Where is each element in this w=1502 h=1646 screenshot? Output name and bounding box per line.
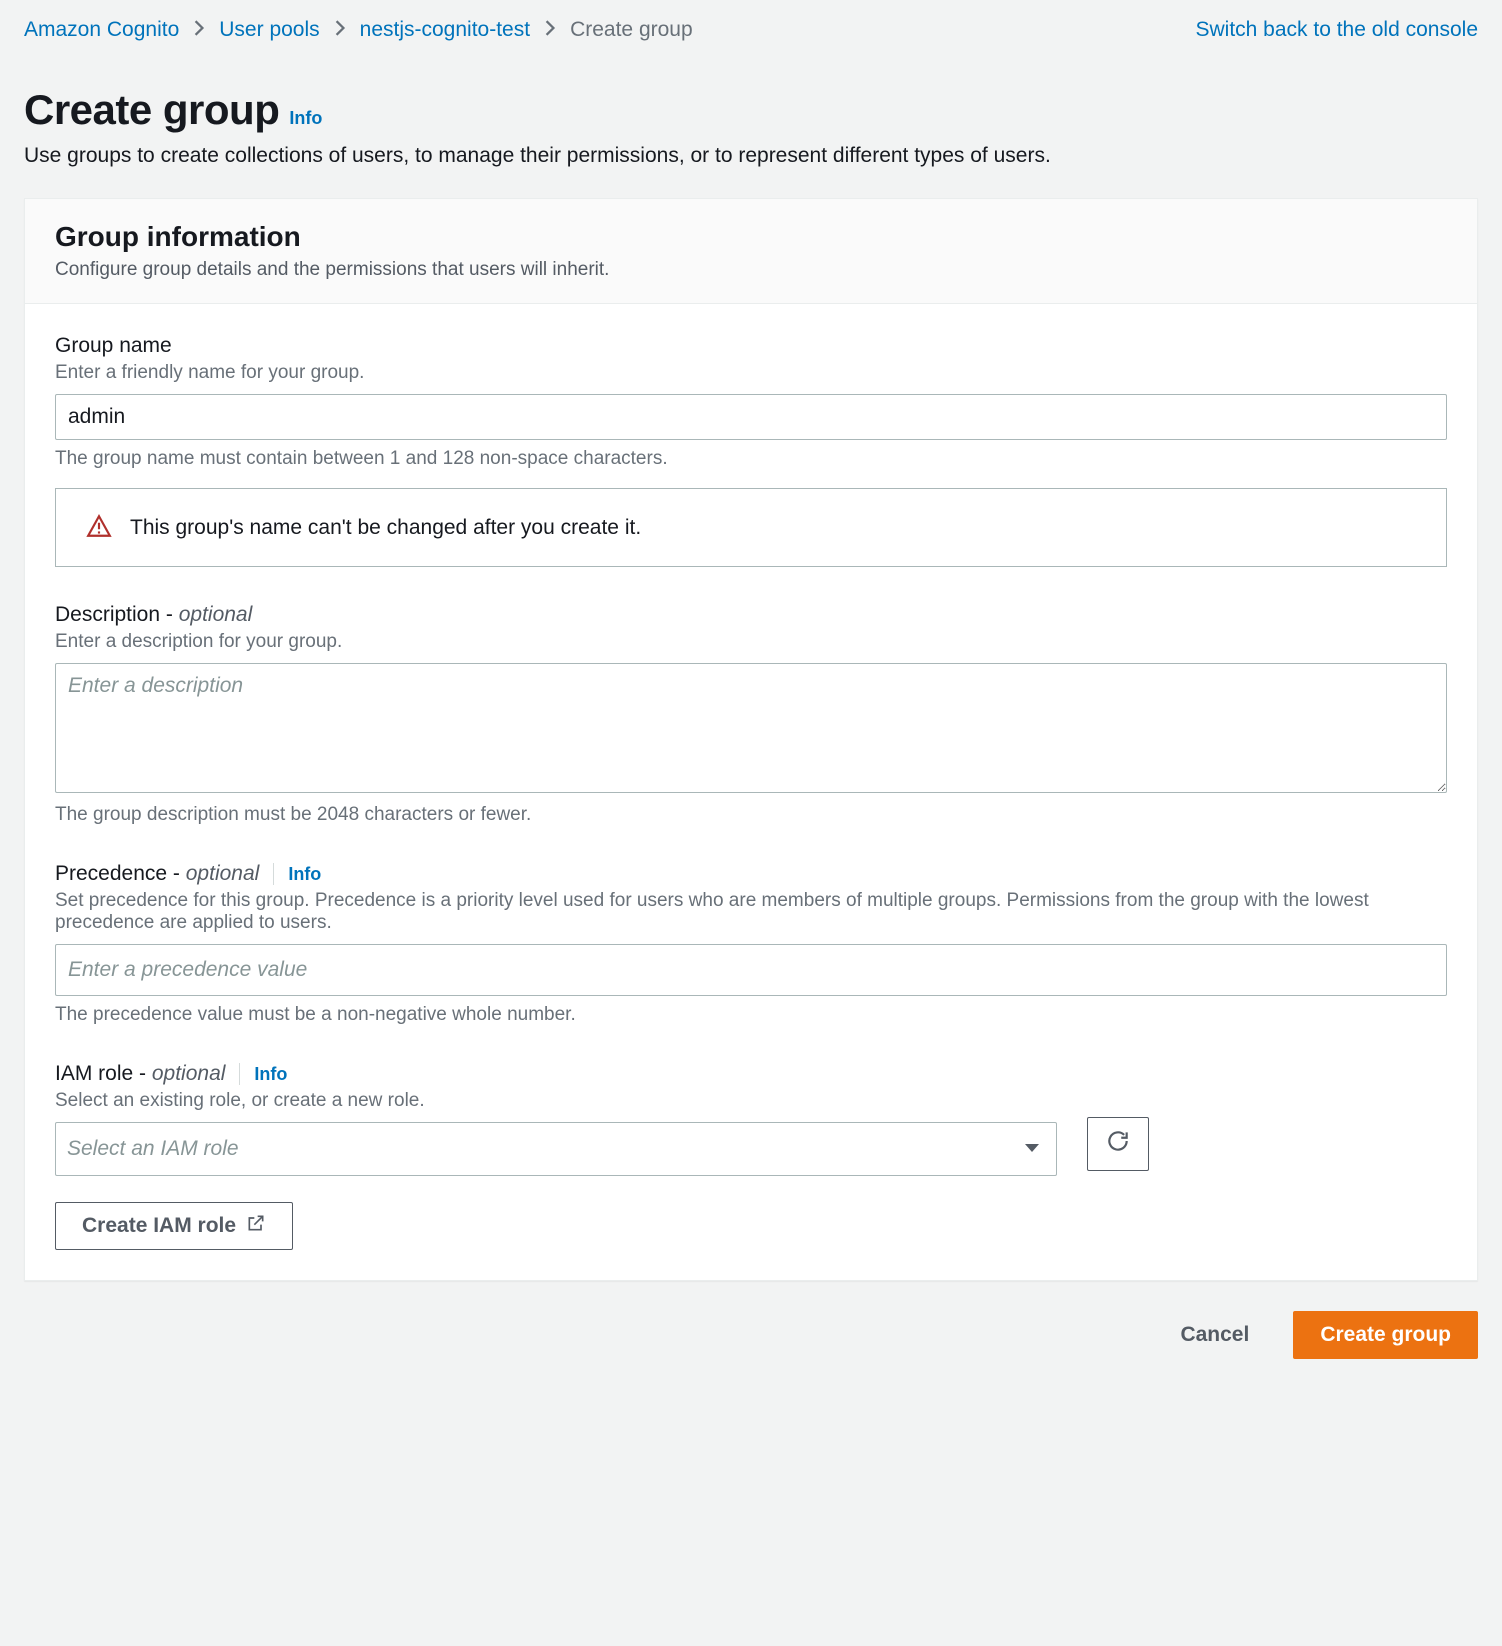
info-link[interactable]: Info — [288, 864, 321, 885]
warning-icon — [86, 513, 112, 542]
switch-console-link[interactable]: Switch back to the old console — [1196, 18, 1479, 42]
footer-actions: Cancel Create group — [24, 1311, 1478, 1359]
chevron-right-icon — [193, 18, 205, 42]
iam-role-select-container: Select an IAM role — [55, 1122, 1057, 1176]
group-name-input[interactable] — [55, 394, 1447, 440]
button-label: Create IAM role — [82, 1214, 236, 1238]
iam-role-select[interactable] — [55, 1122, 1057, 1176]
refresh-icon — [1105, 1128, 1131, 1160]
top-bar: Amazon Cognito User pools nestjs-cognito… — [24, 18, 1478, 42]
chevron-right-icon — [544, 18, 556, 42]
field-iam-role: IAM role - optional Info Select an exist… — [55, 1062, 1447, 1250]
field-help: Enter a friendly name for your group. — [55, 362, 1447, 384]
info-link[interactable]: Info — [254, 1064, 287, 1085]
breadcrumb-item-nestjs-cognito-test[interactable]: nestjs-cognito-test — [360, 18, 530, 42]
divider — [239, 1063, 240, 1085]
field-constraint: The group name must contain between 1 an… — [55, 448, 1447, 470]
precedence-input[interactable] — [55, 944, 1447, 996]
field-group-name: Group name Enter a friendly name for you… — [55, 334, 1447, 567]
field-label: Group name — [55, 334, 1447, 358]
group-information-panel: Group information Configure group detail… — [24, 198, 1478, 1281]
external-link-icon — [246, 1213, 266, 1239]
alert-name-immutable: This group's name can't be changed after… — [55, 488, 1447, 567]
field-label: Precedence - optional — [55, 862, 259, 886]
field-help: Select an existing role, or create a new… — [55, 1090, 1447, 1112]
chevron-right-icon — [334, 18, 346, 42]
field-description: Description - optional Enter a descripti… — [55, 603, 1447, 826]
field-help: Enter a description for your group. — [55, 631, 1447, 653]
field-constraint: The group description must be 2048 chara… — [55, 804, 1447, 826]
panel-header: Group information Configure group detail… — [25, 199, 1477, 304]
description-textarea[interactable] — [55, 663, 1447, 793]
breadcrumb: Amazon Cognito User pools nestjs-cognito… — [24, 18, 693, 42]
breadcrumb-item-current: Create group — [570, 18, 693, 42]
create-group-button[interactable]: Create group — [1293, 1311, 1478, 1359]
field-label: IAM role - optional — [55, 1062, 225, 1086]
field-constraint: The precedence value must be a non-negat… — [55, 1004, 1447, 1026]
field-label: Description - optional — [55, 603, 1447, 627]
refresh-iam-roles-button[interactable] — [1087, 1117, 1149, 1171]
page-header: Create group Info Use groups to create c… — [24, 86, 1478, 168]
field-help: Set precedence for this group. Precedenc… — [55, 890, 1447, 934]
field-precedence: Precedence - optional Info Set precedenc… — [55, 862, 1447, 1026]
alert-text: This group's name can't be changed after… — [130, 516, 641, 540]
panel-subtitle: Configure group details and the permissi… — [55, 259, 1447, 281]
panel-title: Group information — [55, 221, 1447, 253]
breadcrumb-item-amazon-cognito[interactable]: Amazon Cognito — [24, 18, 179, 42]
page-title: Create group — [24, 86, 279, 134]
breadcrumb-item-user-pools[interactable]: User pools — [219, 18, 319, 42]
page-description: Use groups to create collections of user… — [24, 144, 1478, 168]
create-iam-role-button[interactable]: Create IAM role — [55, 1202, 293, 1250]
divider — [273, 863, 274, 885]
cancel-button[interactable]: Cancel — [1154, 1311, 1275, 1359]
info-link[interactable]: Info — [289, 108, 322, 129]
